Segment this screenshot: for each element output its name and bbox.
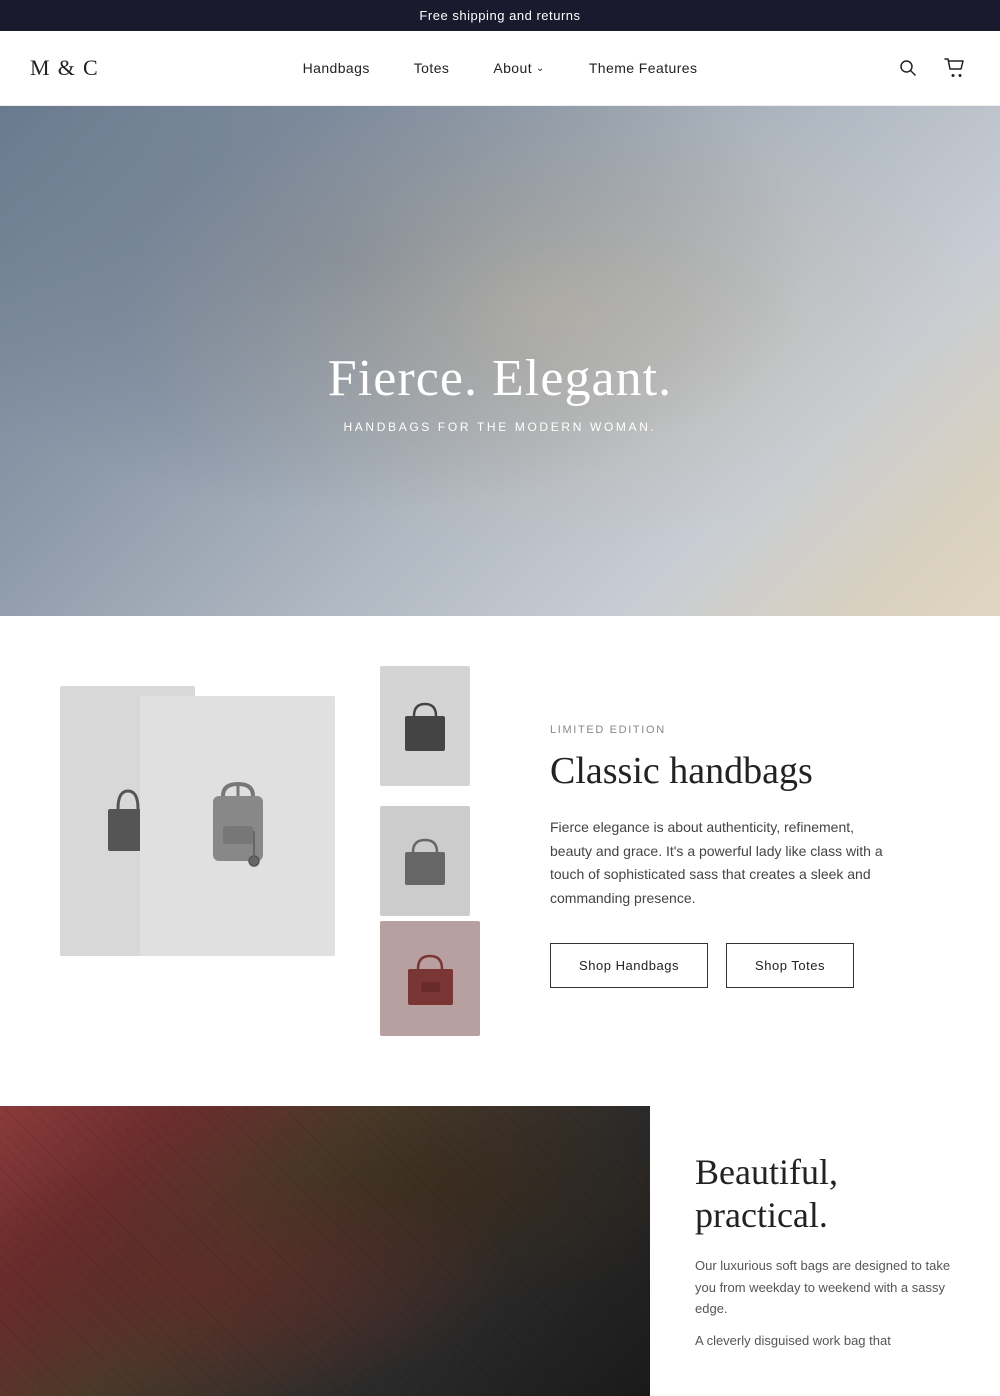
nav-item-about[interactable]: About ⌄ <box>471 60 567 76</box>
tote-icon-bot <box>403 949 458 1009</box>
header-actions <box>894 54 970 82</box>
tote-icon-top <box>400 696 450 756</box>
cart-button[interactable] <box>940 54 970 82</box>
cart-icon <box>944 58 966 78</box>
shop-handbags-button[interactable]: Shop Handbags <box>550 943 708 988</box>
second-image <box>0 1106 650 1396</box>
hero-title: Fierce. Elegant. <box>328 349 672 408</box>
product-image-mid-right <box>380 806 470 916</box>
feature-buttons: Shop Handbags Shop Totes <box>550 943 940 988</box>
announcement-text: Free shipping and returns <box>419 8 580 23</box>
feature-label: LIMITED EDITION <box>550 724 940 736</box>
second-body: Our luxurious soft bags are designed to … <box>695 1255 960 1319</box>
logo[interactable]: M & C <box>30 55 99 81</box>
nav-item-totes[interactable]: Totes <box>392 60 472 76</box>
feature-body: Fierce elegance is about authenticity, r… <box>550 816 890 911</box>
product-image-bot-right <box>380 921 480 1036</box>
feature-content: LIMITED EDITION Classic handbags Fierce … <box>550 724 940 988</box>
second-section: Beautiful, practical. Our luxurious soft… <box>0 1106 1000 1396</box>
second-content: Beautiful, practical. Our luxurious soft… <box>650 1106 1000 1396</box>
backpack-icon <box>198 776 278 876</box>
feature-section: LIMITED EDITION Classic handbags Fierce … <box>0 616 1000 1106</box>
nav-item-handbags[interactable]: Handbags <box>281 60 392 76</box>
hero-section: Fierce. Elegant. HANDBAGS FOR THE MODERN… <box>0 106 1000 616</box>
shop-totes-button[interactable]: Shop Totes <box>726 943 854 988</box>
product-image-main <box>140 696 335 956</box>
bag-icon-mid <box>400 834 450 889</box>
main-nav: Handbags Totes About ⌄ Theme Features <box>281 60 720 76</box>
search-icon <box>898 58 918 78</box>
second-heading: Beautiful, practical. <box>695 1151 960 1237</box>
announcement-bar: Free shipping and returns <box>0 0 1000 31</box>
hero-subtitle: HANDBAGS FOR THE MODERN WOMAN. <box>328 420 672 434</box>
chevron-down-icon: ⌄ <box>536 63 545 74</box>
second-body-2: A cleverly disguised work bag that <box>695 1330 960 1351</box>
header: M & C Handbags Totes About ⌄ Theme Featu… <box>0 31 1000 106</box>
hero-text: Fierce. Elegant. HANDBAGS FOR THE MODERN… <box>328 349 672 434</box>
product-image-top-right <box>380 666 470 786</box>
feature-images <box>60 666 490 1046</box>
feature-heading: Classic handbags <box>550 750 940 794</box>
search-button[interactable] <box>894 54 922 82</box>
nav-item-theme-features[interactable]: Theme Features <box>567 60 720 76</box>
